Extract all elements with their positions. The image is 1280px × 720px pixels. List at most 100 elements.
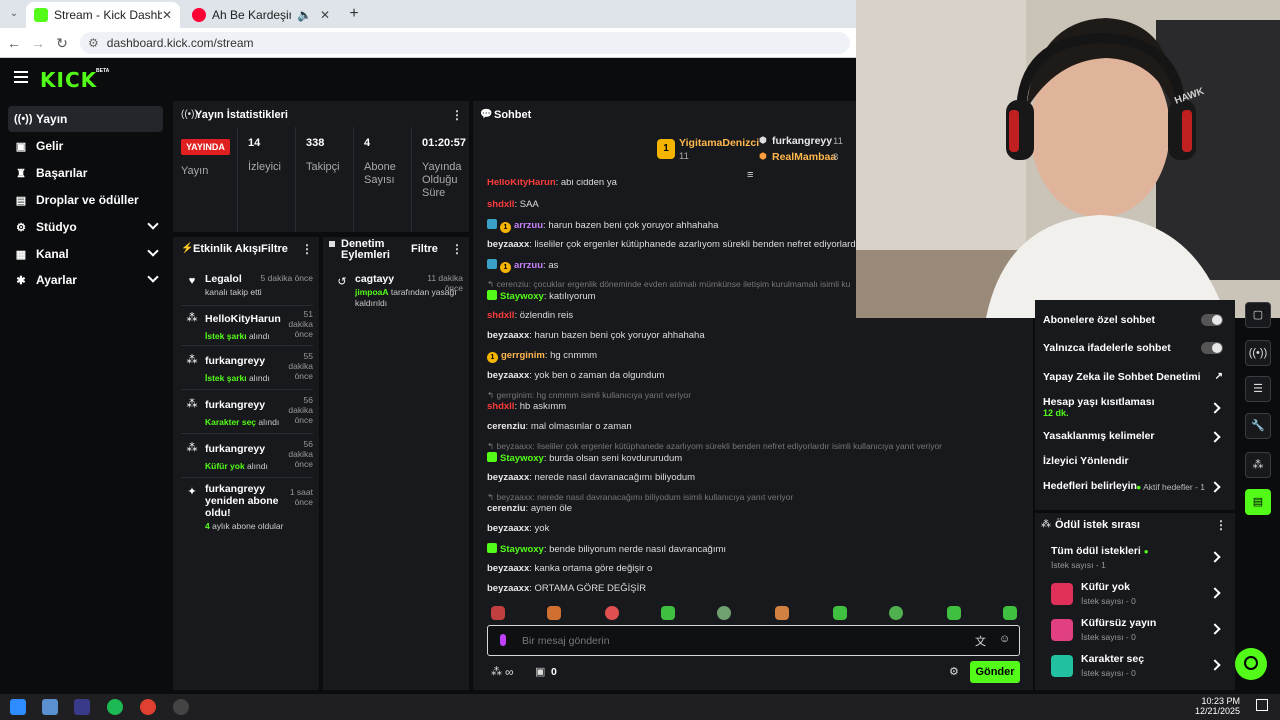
mod-user[interactable]: cagtayy [355, 273, 415, 285]
pinned-user[interactable]: ⬢ RealMambaa 8 [759, 151, 859, 165]
emote-only-toggle[interactable] [1201, 342, 1223, 354]
chat-username[interactable]: beyzaaxx [487, 563, 529, 574]
setting-banned-words[interactable]: Yasaklanmış kelimeler [1043, 430, 1227, 446]
layout-tool-icon[interactable]: ☰ [1245, 376, 1271, 402]
browser-tab-youtube[interactable]: Ah Be Kardeşim - YouTube 🔈 ✕ [184, 2, 338, 28]
chat-username[interactable]: shdxll [487, 310, 514, 321]
chrome-icon[interactable] [140, 699, 156, 715]
chat-username[interactable]: beyzaaxx [487, 523, 529, 534]
kick-logo[interactable]: KICK [40, 68, 97, 92]
chevron-right-icon[interactable] [1209, 659, 1221, 671]
microphone-icon[interactable] [500, 634, 506, 646]
chevron-right-icon[interactable] [1209, 551, 1221, 563]
setting-ai-moderation[interactable]: Yapay Zeka ile Sohbet Denetimi ↗ [1043, 371, 1227, 387]
sidebar-item-yayin[interactable]: ((•)) Yayın [8, 106, 163, 132]
app-icon[interactable] [42, 699, 58, 715]
setting-goals[interactable]: Hedefleri belirleyin ● Aktif hedefler - … [1043, 480, 1227, 496]
browser-tab-kick[interactable]: Stream - Kick Dashboard ✕ [26, 2, 180, 28]
menu-icon[interactable] [14, 71, 28, 83]
reward-item-kufursuz-yayin[interactable]: Küfürsüz yayın İstek sayısı - 0 [1051, 617, 1227, 645]
chevron-down-icon[interactable] [147, 271, 159, 283]
spotify-icon[interactable] [107, 699, 123, 715]
chat-username[interactable]: Staywoxy [500, 453, 544, 464]
close-tab-icon[interactable]: ✕ [320, 8, 330, 22]
clapper-tool-icon[interactable]: ▤ [1245, 489, 1271, 515]
chat-username[interactable]: beyzaaxx [487, 330, 529, 341]
app-icon[interactable] [173, 699, 189, 715]
setting-subscriber-chat[interactable]: Abonelere özel sohbet [1043, 314, 1227, 330]
broadcast-tool-icon[interactable]: ((•)) [1245, 340, 1271, 366]
kebab-menu-icon[interactable]: ⋮ [451, 108, 463, 122]
reward-item-kufur-yok[interactable]: Küfür yok İstek sayısı - 0 [1051, 581, 1227, 609]
filter-button[interactable]: Filtre [261, 243, 288, 255]
send-button[interactable]: Gönder [970, 661, 1020, 683]
activity-user[interactable]: furkangreyy [205, 355, 285, 367]
setting-account-age[interactable]: Hesap yaşı kısıtlaması 12 dk. [1043, 396, 1227, 422]
sidebar-item-basarilar[interactable]: ♜ Başarılar [8, 160, 163, 186]
filter-button[interactable]: Filtre [411, 243, 438, 255]
rail-button-top[interactable]: ▢ [1245, 302, 1271, 328]
emote-icon[interactable] [889, 606, 903, 620]
chat-username[interactable]: gerrginim [501, 350, 545, 361]
kebab-menu-icon[interactable]: ⋮ [451, 242, 463, 256]
pinned-user[interactable]: ⬢ furkangreyy 11 [759, 135, 859, 149]
back-icon[interactable]: ← [4, 33, 24, 53]
chat-username[interactable]: shdxll [487, 401, 514, 412]
chat-username[interactable]: beyzaaxx [487, 472, 529, 483]
notification-icon[interactable] [1256, 699, 1268, 711]
chat-settings-icon[interactable]: ⚙ [949, 665, 959, 678]
emote-icon[interactable] [947, 606, 961, 620]
app-icon[interactable] [74, 699, 90, 715]
tab-search-icon[interactable]: ⌄ [4, 4, 24, 24]
sidebar-item-gelir[interactable]: ▣ Gelir [8, 133, 163, 159]
emote-icon[interactable] [491, 606, 505, 620]
translate-icon[interactable]: 文 [975, 633, 986, 649]
emote-icon[interactable] [661, 606, 675, 620]
emote-icon[interactable] [1003, 606, 1017, 620]
chat-username[interactable]: cerenziu [487, 421, 526, 432]
activity-user[interactable]: furkangreyy [205, 443, 285, 455]
chevron-right-icon[interactable] [1209, 623, 1221, 635]
chevron-down-icon[interactable] [147, 245, 159, 257]
chat-username[interactable]: shdxll [487, 199, 514, 210]
chat-username[interactable]: beyzaaxx [487, 239, 529, 250]
url-field[interactable]: ⚙ dashboard.kick.com/stream [80, 32, 850, 54]
sidebar-item-studyo[interactable]: ⚙ Stüdyo [8, 214, 163, 240]
kebab-menu-icon[interactable]: ⋮ [301, 242, 313, 256]
chat-username[interactable]: beyzaaxx [487, 583, 529, 594]
forward-icon[interactable]: → [28, 33, 48, 53]
reward-item-karakter-sec[interactable]: Karakter seç İstek sayısı - 0 [1051, 653, 1227, 681]
chat-username[interactable]: arrzuu [514, 260, 543, 271]
activity-user[interactable]: furkangreyy [205, 399, 285, 411]
chat-username[interactable]: Staywoxy [500, 291, 544, 302]
reload-icon[interactable]: ↻ [52, 33, 72, 53]
activity-user[interactable]: furkangreyy yeniden abone oldu! [205, 483, 281, 519]
emote-icon[interactable] [833, 606, 847, 620]
activity-user[interactable]: Legalol [205, 273, 265, 285]
chat-username[interactable]: beyzaaxx [487, 370, 529, 381]
pinned-user[interactable]: 1 YigitamaDenizci 11 [657, 137, 759, 165]
sidebar-item-droplar[interactable]: ▤ Droplar ve ödüller [8, 187, 163, 213]
reward-item-all[interactable]: Tüm ödül istekleri ● İstek sayısı - 1 [1051, 545, 1227, 573]
chat-input[interactable]: Bir mesaj gönderin 文 ☺ [487, 625, 1020, 656]
close-tab-icon[interactable]: ✕ [162, 8, 172, 22]
chevron-right-icon[interactable] [1209, 431, 1221, 443]
emote-icon[interactable] [717, 606, 731, 620]
chat-username[interactable]: arrzuu [514, 220, 543, 231]
sidebar-item-ayarlar[interactable]: ✱ Ayarlar [8, 267, 163, 293]
chat-username[interactable]: HelloKityHarun [487, 179, 556, 188]
wrench-tool-icon[interactable]: 🔧 [1245, 413, 1271, 439]
emote-icon[interactable] [547, 606, 561, 620]
rewards-tool-icon[interactable]: ⁂ [1245, 452, 1271, 478]
help-chat-button[interactable] [1235, 648, 1267, 680]
activity-user[interactable]: HelloKityHarun [205, 313, 285, 325]
kebab-menu-icon[interactable]: ⋮ [1215, 518, 1227, 532]
chat-username[interactable]: cerenziu [487, 503, 526, 514]
speaker-icon[interactable]: 🔈 [297, 8, 312, 22]
emote-icon[interactable] [775, 606, 789, 620]
subscriber-chat-toggle[interactable] [1201, 314, 1223, 326]
gift-icon[interactable]: ▣ [535, 665, 545, 678]
points-icon[interactable]: ⁂ [491, 665, 502, 678]
chevron-right-icon[interactable] [1209, 481, 1221, 493]
external-link-icon[interactable]: ↗ [1215, 371, 1223, 382]
